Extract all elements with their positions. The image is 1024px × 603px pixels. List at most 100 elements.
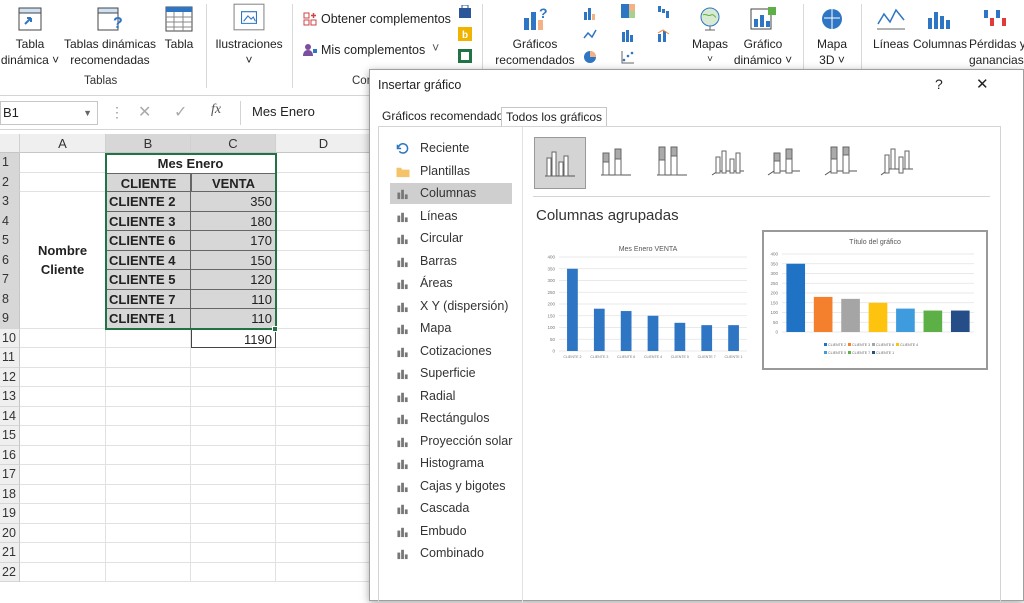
subtype-3d-column-button[interactable] <box>873 137 925 189</box>
grid-cell[interactable] <box>276 367 372 387</box>
grid-cell[interactable] <box>106 543 191 563</box>
column-header[interactable]: A <box>20 134 106 153</box>
grid-cell[interactable] <box>20 465 106 485</box>
grid-cell[interactable] <box>276 289 372 309</box>
line-chart-icon[interactable] <box>580 28 600 42</box>
maps-button[interactable]: Mapas ˅ <box>688 6 732 68</box>
name-box-dropdown-icon[interactable]: ▼ <box>83 102 92 124</box>
total-cell[interactable]: 1190 <box>191 328 276 348</box>
scatter-chart-icon[interactable] <box>618 50 638 64</box>
grid-cell[interactable] <box>106 465 191 485</box>
combo-chart-icon[interactable] <box>654 28 674 42</box>
header-cell-venta[interactable]: VENTA <box>191 172 276 192</box>
sales-cell[interactable]: 350 <box>191 192 276 212</box>
chart-category-barras[interactable]: Barras <box>390 251 512 272</box>
row-header[interactable]: 2 <box>0 172 20 192</box>
chart-preview-option-1[interactable]: Mes Enero VENTA 0 50 100 150 200 250 300 350 400 C… <box>539 235 757 369</box>
row-header[interactable]: 22 <box>0 562 20 582</box>
chart-category-cascada[interactable]: Cascada <box>390 498 512 519</box>
sales-cell[interactable]: 170 <box>191 231 276 251</box>
row-header[interactable]: 9 <box>0 309 20 329</box>
row-header[interactable]: 4 <box>0 211 20 231</box>
fill-handle[interactable] <box>272 325 278 332</box>
chart-category-columnas[interactable]: Columnas <box>390 183 512 204</box>
grid-cell[interactable] <box>276 231 372 251</box>
grid-cell[interactable] <box>191 543 276 563</box>
grid-cell[interactable] <box>106 348 191 368</box>
grid-cell[interactable] <box>276 328 372 348</box>
row-header[interactable]: 19 <box>0 504 20 524</box>
grid-cell[interactable] <box>191 445 276 465</box>
header-cell-cliente[interactable]: CLIENTE <box>106 172 191 192</box>
recommended-charts-button[interactable]: ? Gráficos recomendados <box>490 6 580 68</box>
row-header[interactable]: 1 <box>0 153 20 173</box>
grid-cell[interactable] <box>191 562 276 582</box>
enter-icon[interactable]: ✓ <box>174 102 187 122</box>
chart-category-circular[interactable]: Circular <box>390 228 512 249</box>
subtype-3d-stacked-column-button[interactable] <box>760 137 812 189</box>
chart-preview-option-2[interactable]: Título del gráfico 0 50 100 150 200 250 300 350 4… <box>762 230 988 370</box>
grid-cell[interactable] <box>106 445 191 465</box>
select-all-corner[interactable] <box>0 134 20 153</box>
sales-cell[interactable]: 150 <box>191 250 276 270</box>
name-client-label-cell[interactable]: Nombre Cliente <box>20 192 106 329</box>
chart-category-cotizaciones[interactable]: Cotizaciones <box>390 341 512 362</box>
grid-cell[interactable] <box>20 406 106 426</box>
grid-cell[interactable] <box>20 172 106 192</box>
column-chart-icon[interactable] <box>580 6 600 20</box>
insert-function-icon[interactable]: fx <box>211 102 221 118</box>
sparkline-columns-button[interactable]: Columnas <box>913 6 967 52</box>
statistic-chart-icon[interactable] <box>618 28 638 42</box>
chart-category-áreas[interactable]: Áreas <box>390 273 512 294</box>
chart-category-cajas-y-bigotes[interactable]: Cajas y bigotes <box>390 476 512 497</box>
get-addins-button[interactable]: Obtener complementos <box>321 12 451 26</box>
subtype-3d-100-stacked-column-button[interactable] <box>817 137 869 189</box>
grid-cell[interactable] <box>276 445 372 465</box>
client-cell[interactable]: CLIENTE 1 <box>106 309 191 329</box>
grid-cell[interactable] <box>20 367 106 387</box>
row-header[interactable]: 7 <box>0 270 20 290</box>
grid-cell[interactable] <box>276 562 372 582</box>
client-cell[interactable]: CLIENTE 5 <box>106 270 191 290</box>
row-header[interactable]: 17 <box>0 465 20 485</box>
grid-cell[interactable] <box>106 523 191 543</box>
row-header[interactable]: 20 <box>0 523 20 543</box>
subtype-3d-clustered-column-button[interactable] <box>704 137 756 189</box>
sales-cell[interactable]: 120 <box>191 270 276 290</box>
chart-category-líneas[interactable]: Líneas <box>390 206 512 227</box>
column-header[interactable]: B <box>106 134 191 153</box>
chart-category-proyección-solar[interactable]: Proyección solar <box>390 431 512 452</box>
grid-cell[interactable] <box>106 367 191 387</box>
hierarchy-chart-icon[interactable] <box>618 4 638 18</box>
grid-cell[interactable] <box>191 523 276 543</box>
tab-recommended-charts[interactable]: Gráficos recomendados <box>378 107 513 127</box>
name-box[interactable]: B1 ▼ <box>0 101 98 125</box>
client-cell[interactable]: CLIENTE 3 <box>106 211 191 231</box>
grid-cell[interactable] <box>106 426 191 446</box>
chart-category-histograma[interactable]: Histograma <box>390 453 512 474</box>
grid-cell[interactable] <box>20 562 106 582</box>
grid-cell[interactable] <box>20 523 106 543</box>
grid-cell[interactable] <box>20 328 106 348</box>
grid-cell[interactable] <box>20 426 106 446</box>
illustrations-button[interactable]: Ilustraciones ˅ <box>213 2 285 68</box>
grid-cell[interactable] <box>106 562 191 582</box>
row-header[interactable]: 3 <box>0 192 20 212</box>
grid-cell[interactable] <box>276 406 372 426</box>
tab-all-charts[interactable]: Todos los gráficos <box>501 107 608 127</box>
grid-cell[interactable] <box>276 465 372 485</box>
grid-cell[interactable] <box>106 328 191 348</box>
grid-cell[interactable] <box>276 484 372 504</box>
grid-cell[interactable] <box>106 504 191 524</box>
grid-cell[interactable] <box>191 465 276 485</box>
formula-input[interactable]: Mes Enero <box>240 101 380 125</box>
grid-cell[interactable] <box>20 348 106 368</box>
sales-cell[interactable]: 110 <box>191 289 276 309</box>
grid-cell[interactable] <box>191 406 276 426</box>
sales-cell[interactable]: 180 <box>191 211 276 231</box>
grid-cell[interactable] <box>276 153 372 173</box>
client-cell[interactable]: CLIENTE 7 <box>106 289 191 309</box>
sparkline-winloss-button[interactable]: Pérdidas y ganancias <box>967 6 1024 68</box>
client-cell[interactable]: CLIENTE 6 <box>106 231 191 251</box>
subtype-100-stacked-column-button[interactable] <box>647 137 699 189</box>
